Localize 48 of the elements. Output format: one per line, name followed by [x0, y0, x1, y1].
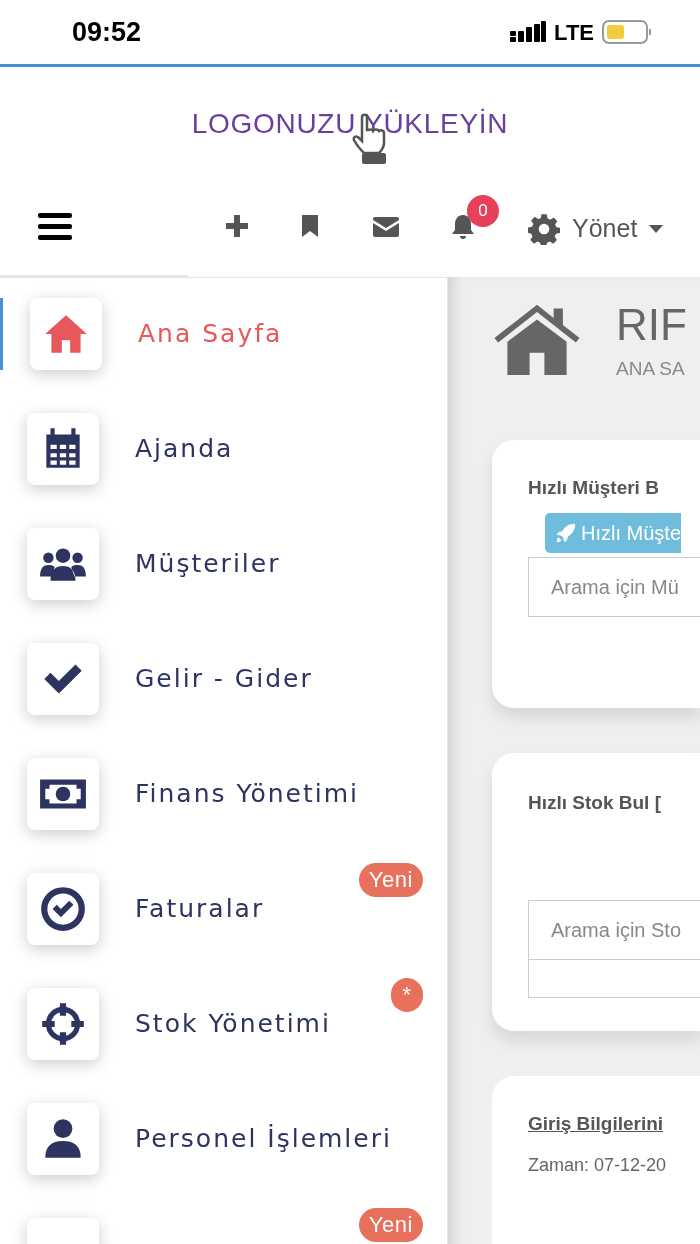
gear-icon [528, 212, 560, 245]
sidebar-label: Müşteriler [135, 548, 281, 581]
calendar-icon [27, 413, 99, 485]
home-icon [30, 298, 102, 370]
rocket-icon [555, 522, 577, 544]
sidebar-label: Finans Yönetimi [135, 778, 359, 811]
sidebar-item[interactable]: Müşteriler [0, 528, 289, 600]
notification-badge: 0 [467, 195, 499, 227]
add-button[interactable] [226, 215, 248, 237]
card-title: Hızlı Müşteri B [528, 476, 659, 501]
sidebar-item[interactable]: Personel İşlemleri [0, 1103, 400, 1175]
new-badge: * [391, 978, 423, 1012]
sidebar-item[interactable]: Finans Yönetimi [0, 758, 367, 830]
sidebar-label: Faturalar [135, 893, 265, 926]
login-time: Zaman: 07-12-20 [528, 1154, 667, 1178]
users-icon [27, 528, 99, 600]
sidebar-label: Ana Sayfa [138, 318, 283, 351]
sidebar-item[interactable]: Stok Yönetimi [0, 988, 339, 1060]
sidebar-item[interactable]: Ajanda [0, 413, 242, 485]
user-icon [27, 1103, 99, 1175]
sidebar-label: Gelir - Gider [135, 663, 313, 696]
menu-icon[interactable] [38, 213, 72, 241]
check-icon [27, 643, 99, 715]
page-title: RIF [616, 301, 687, 349]
breadcrumb: ANA SA [616, 357, 686, 381]
bell-button[interactable] [450, 213, 476, 241]
sidebar-item[interactable]: Faturalar [0, 873, 273, 945]
sidebar-label: Personel İşlemleri [135, 1123, 392, 1156]
new-badge: Yeni [358, 1208, 423, 1242]
bookmark-button[interactable] [301, 215, 319, 237]
search-field[interactable]: Arama için Mü [528, 557, 700, 617]
manage-menu[interactable]: Yönet [528, 210, 664, 248]
sidebar-item[interactable]: Ana Sayfa [0, 298, 291, 370]
clock: 09:52 [72, 15, 142, 49]
card-title-link[interactable]: Giriş Bilgilerini [528, 1109, 664, 1139]
battery-icon [602, 20, 652, 44]
signal-icon [510, 21, 547, 43]
mail-button[interactable] [373, 217, 399, 237]
new-badge: Yeni [358, 863, 423, 897]
caret-icon [649, 224, 664, 233]
banknote-icon [27, 758, 99, 830]
sidebar-item[interactable]: Gelir - Gider [0, 643, 321, 715]
card-title: Hızlı Stok Bul [ [528, 790, 661, 815]
sidebar-label: Ajanda [135, 433, 234, 466]
search-field[interactable]: Arama için Sto [528, 900, 700, 961]
network-label: LTE [554, 18, 594, 47]
sidebar-label: Stok Yönetimi [135, 1008, 331, 1041]
crosshairs-icon [27, 988, 99, 1060]
